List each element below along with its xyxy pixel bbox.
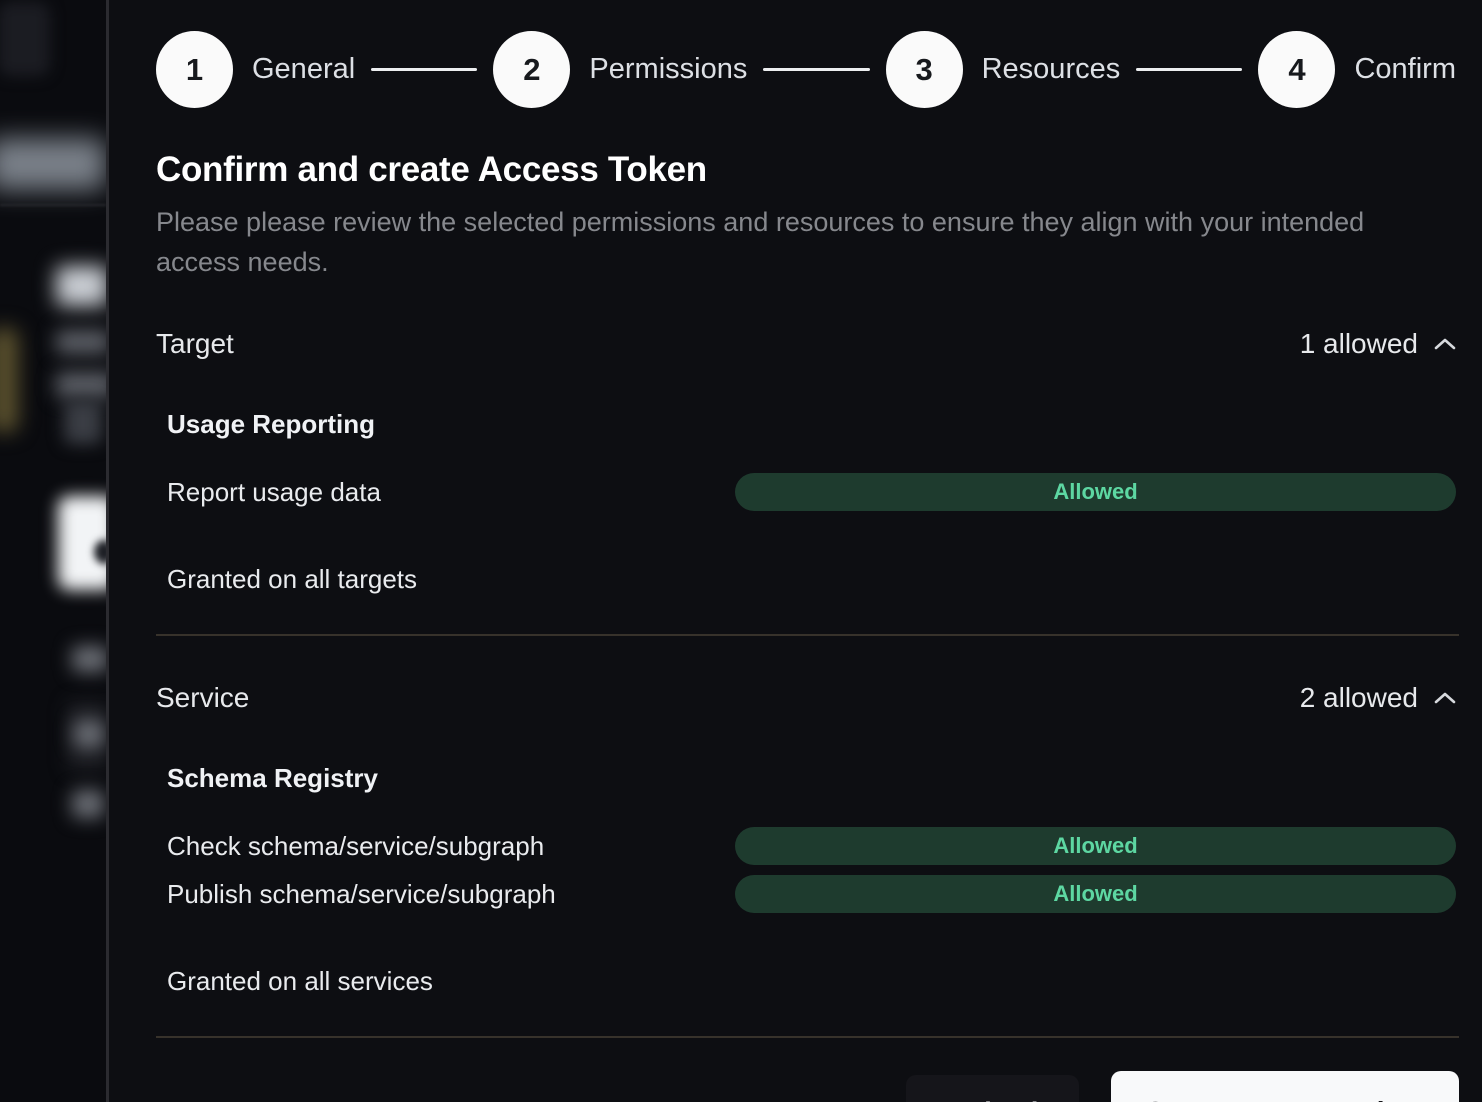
go-back-button[interactable]: Go back [906, 1075, 1079, 1102]
step-label: Resources [982, 53, 1121, 86]
step-connector [371, 68, 477, 71]
section-meta: 1 allowed [1300, 328, 1456, 360]
backdrop-text-blur [72, 790, 104, 818]
backdrop-text-blur [74, 720, 104, 748]
backdrop-text-blur [56, 372, 106, 398]
section-service-header[interactable]: Service 2 allowed [156, 682, 1456, 714]
granted-note: Granted on all targets [167, 564, 1456, 595]
backdrop-heading-blur [56, 266, 106, 306]
modal-footer: Go back Create Access Token [156, 1071, 1459, 1102]
section-service: Service 2 allowed Schema Registry Check … [156, 636, 1456, 1038]
stepper-step-confirm[interactable]: 4 Confirm [1258, 31, 1456, 108]
background-sidebar-blurred [0, 0, 106, 1102]
backdrop-nav-item-blur [0, 138, 106, 190]
chevron-up-icon[interactable] [1434, 337, 1456, 351]
section-meta: 2 allowed [1300, 682, 1456, 714]
stepper-step-general[interactable]: 1 General [156, 31, 355, 108]
allowed-count: 1 allowed [1300, 328, 1418, 360]
step-number-badge: 2 [493, 31, 570, 108]
step-label: Permissions [589, 53, 747, 86]
step-connector [1136, 68, 1242, 71]
page-subtitle: Please please review the selected permis… [156, 202, 1391, 282]
wizard-stepper: 1 General 2 Permissions 3 Resources 4 Co… [156, 31, 1456, 108]
permission-label: Check schema/service/subgraph [167, 831, 735, 862]
backdrop-divider [0, 204, 106, 206]
permission-group-usage-reporting: Usage Reporting Report usage data Allowe… [167, 409, 1456, 516]
status-badge-allowed: Allowed [735, 827, 1456, 865]
permission-label: Report usage data [167, 477, 735, 508]
create-access-token-button[interactable]: Create Access Token [1111, 1071, 1459, 1102]
backdrop-icon-blur [64, 400, 102, 444]
permission-row: Publish schema/service/subgraph Allowed [167, 870, 1456, 918]
granted-note: Granted on all services [167, 966, 1456, 997]
section-target-header[interactable]: Target 1 allowed [156, 328, 1456, 360]
permission-row: Report usage data Allowed [167, 468, 1456, 516]
step-label: Confirm [1354, 53, 1456, 86]
backdrop-accent-bar [0, 328, 18, 432]
screen: 1 General 2 Permissions 3 Resources 4 Co… [0, 0, 1482, 1102]
step-number-badge: 3 [886, 31, 963, 108]
create-access-token-modal: 1 General 2 Permissions 3 Resources 4 Co… [106, 0, 1482, 1102]
backdrop-logo-tile [0, 2, 50, 76]
permission-group-name: Schema Registry [167, 763, 1456, 794]
permission-group-name: Usage Reporting [167, 409, 1456, 440]
backdrop-text-blur [72, 646, 106, 672]
section-title: Target [156, 328, 234, 360]
section-target: Target 1 allowed Usage Reporting Report … [156, 282, 1456, 636]
stepper-step-resources[interactable]: 3 Resources [886, 31, 1121, 108]
chevron-up-icon[interactable] [1434, 691, 1456, 705]
step-label: General [252, 53, 355, 86]
status-badge-allowed: Allowed [735, 473, 1456, 511]
step-number-badge: 1 [156, 31, 233, 108]
status-badge-allowed: Allowed [735, 875, 1456, 913]
backdrop-text-blur [56, 330, 106, 354]
page-title: Confirm and create Access Token [156, 150, 1456, 190]
permission-row: Check schema/service/subgraph Allowed [167, 822, 1456, 870]
section-divider [156, 1036, 1459, 1038]
section-title: Service [156, 682, 249, 714]
permission-label: Publish schema/service/subgraph [167, 879, 735, 910]
step-number-badge: 4 [1258, 31, 1335, 108]
step-connector [763, 68, 869, 71]
allowed-count: 2 allowed [1300, 682, 1418, 714]
permission-group-schema-registry: Schema Registry Check schema/service/sub… [167, 763, 1456, 918]
stepper-step-permissions[interactable]: 2 Permissions [493, 31, 747, 108]
